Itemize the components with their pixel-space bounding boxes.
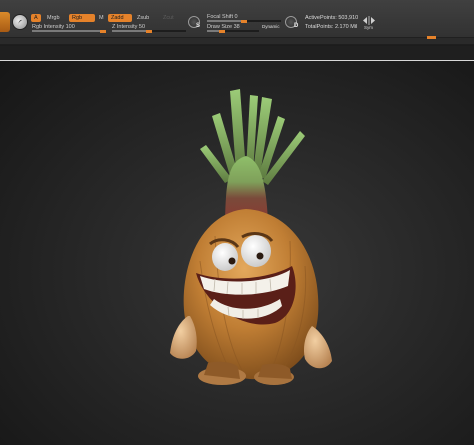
toolbar-strip (0, 38, 474, 45)
m-button[interactable]: M (96, 14, 107, 22)
header-gap (0, 46, 474, 60)
canvas-viewport[interactable] (0, 61, 474, 445)
mrgb-button[interactable]: Mrgb (44, 14, 63, 22)
right-hand (303, 326, 332, 369)
tool-icon[interactable] (0, 12, 10, 32)
sym-label: Sym (364, 25, 373, 30)
right-eye (241, 235, 271, 267)
onion-character-model (170, 89, 332, 385)
dynamic-button[interactable]: Dynamic (262, 24, 280, 29)
rgb-intensity-slider[interactable]: Rgb Intensity 100 (32, 24, 106, 33)
top-toolbar: A Mrgb Rgb M Zadd Zsub Zcut Rgb Intensit… (0, 0, 474, 38)
z-intensity-slider[interactable]: Z Intensity 50 (112, 24, 186, 33)
s-indicator: S (196, 23, 201, 29)
total-points-readout: TotalPoints: 2.170 Mil (305, 24, 358, 30)
rgb-button[interactable]: Rgb (69, 14, 95, 22)
brush-icon[interactable] (12, 14, 28, 30)
symmetry-icon[interactable] (362, 16, 376, 25)
draw-size-slider[interactable]: Draw Size 38 (207, 24, 259, 33)
zcut-button[interactable]: Zcut (160, 14, 177, 22)
zadd-button[interactable]: Zadd (108, 14, 132, 22)
left-hand (170, 316, 197, 359)
active-points-readout: ActivePoints: 503,910 (305, 15, 359, 21)
strip-marker (427, 36, 436, 39)
focal-shift-slider[interactable]: Focal Shift 0 (207, 14, 281, 23)
left-eye (212, 243, 238, 271)
a-button[interactable]: A (31, 14, 41, 22)
d-indicator: D (294, 23, 299, 29)
zsub-button[interactable]: Zsub (134, 14, 152, 22)
